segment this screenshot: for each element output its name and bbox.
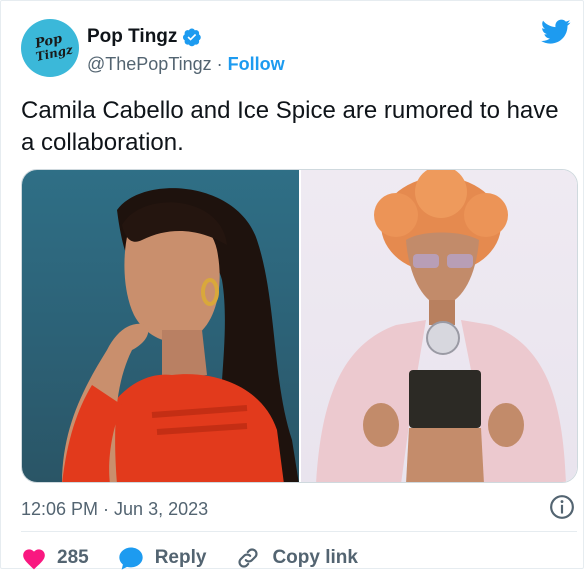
- photo-ice-spice[interactable]: [301, 170, 577, 482]
- tweet-embed-card: Pop Tingz Pop Tingz @ThePopTingz · Follo…: [0, 0, 584, 572]
- author-handle-row: @ThePopTingz · Follow: [87, 53, 285, 75]
- likes-count: 285: [57, 547, 89, 568]
- reply-icon: [119, 547, 143, 570]
- copy-link-button[interactable]: Copy link: [234, 545, 358, 571]
- verified-icon: [183, 28, 202, 47]
- tweet-timestamp[interactable]: 12:06 PM · Jun 3, 2023: [21, 497, 577, 521]
- photo-camila-cabello[interactable]: [22, 170, 299, 482]
- tweet-media[interactable]: [21, 169, 578, 483]
- heart-icon: [23, 549, 45, 570]
- link-icon: [238, 548, 259, 568]
- info-icon[interactable]: [549, 494, 575, 520]
- copy-link-label: Copy link: [272, 547, 358, 568]
- actions-divider: [21, 531, 577, 532]
- like-button[interactable]: 285: [21, 546, 89, 570]
- twitter-icon[interactable]: [541, 19, 571, 45]
- reply-label: Reply: [154, 547, 207, 568]
- author-display-name[interactable]: Pop Tingz: [87, 26, 177, 48]
- avatar[interactable]: Pop Tingz: [21, 19, 79, 77]
- follow-link[interactable]: Follow: [228, 54, 285, 75]
- author-name-row: Pop Tingz: [87, 25, 202, 49]
- tweet-text: Camila Cabello and Ice Spice are rumored…: [21, 97, 559, 156]
- photo-right-illustration: [316, 170, 566, 482]
- separator-dot: ·: [216, 53, 223, 74]
- reply-button[interactable]: Reply: [117, 545, 207, 571]
- avatar-logo: Pop Tingz: [21, 19, 79, 77]
- timestamp-text[interactable]: 12:06 PM · Jun 3, 2023: [21, 499, 208, 520]
- author-handle[interactable]: @ThePopTingz: [87, 54, 212, 75]
- tweet-actions: 285 Reply Copy link: [21, 544, 386, 572]
- photo-left-illustration: [62, 188, 299, 482]
